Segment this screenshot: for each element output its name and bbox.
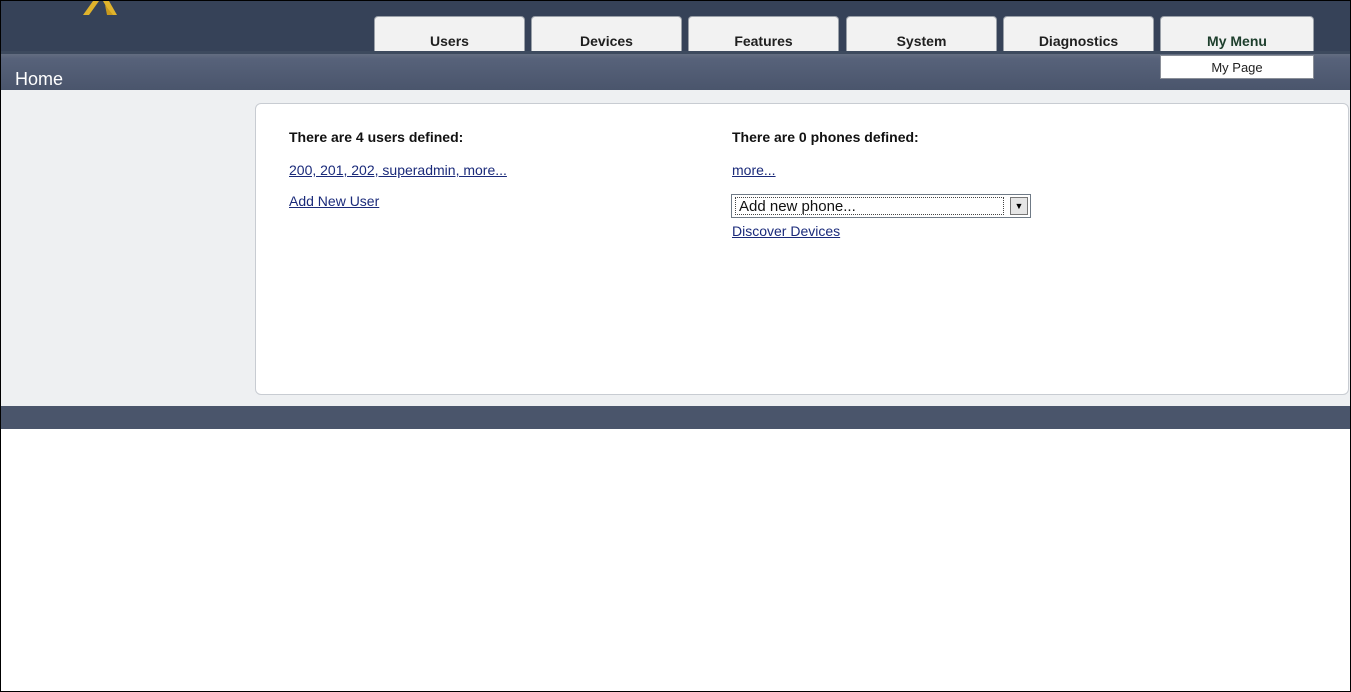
home-panel — [255, 103, 1349, 395]
tab-system[interactable]: System — [846, 16, 997, 53]
discover-devices-link[interactable]: Discover Devices — [732, 223, 840, 239]
top-header: Users Devices Features System Diagnostic… — [1, 1, 1350, 53]
add-user-link[interactable]: Add New User — [289, 193, 379, 209]
tab-users[interactable]: Users — [374, 16, 525, 53]
phones-more-link[interactable]: more... — [732, 162, 776, 178]
subbar-accent — [1, 51, 1350, 54]
users-heading: There are 4 users defined: — [289, 129, 464, 145]
logo-icon — [83, 1, 117, 15]
add-phone-select[interactable]: Add new phone... ▼ — [731, 194, 1031, 218]
sub-header: Home — [1, 51, 1350, 90]
phones-heading: There are 0 phones defined: — [732, 129, 919, 145]
app-window: Users Devices Features System Diagnostic… — [0, 0, 1351, 692]
menu-item-my-page[interactable]: My Page — [1160, 55, 1314, 79]
add-phone-select-value: Add new phone... — [735, 197, 1004, 215]
tab-diagnostics[interactable]: Diagnostics — [1003, 16, 1154, 53]
chevron-down-icon[interactable]: ▼ — [1010, 197, 1028, 215]
tab-devices[interactable]: Devices — [531, 16, 682, 53]
tab-my-menu[interactable]: My Menu — [1160, 16, 1314, 53]
footer-bar — [1, 406, 1350, 429]
breadcrumb: Home — [15, 69, 64, 89]
tab-features[interactable]: Features — [688, 16, 839, 53]
users-list-link[interactable]: 200, 201, 202, superadmin, more... — [289, 162, 507, 178]
